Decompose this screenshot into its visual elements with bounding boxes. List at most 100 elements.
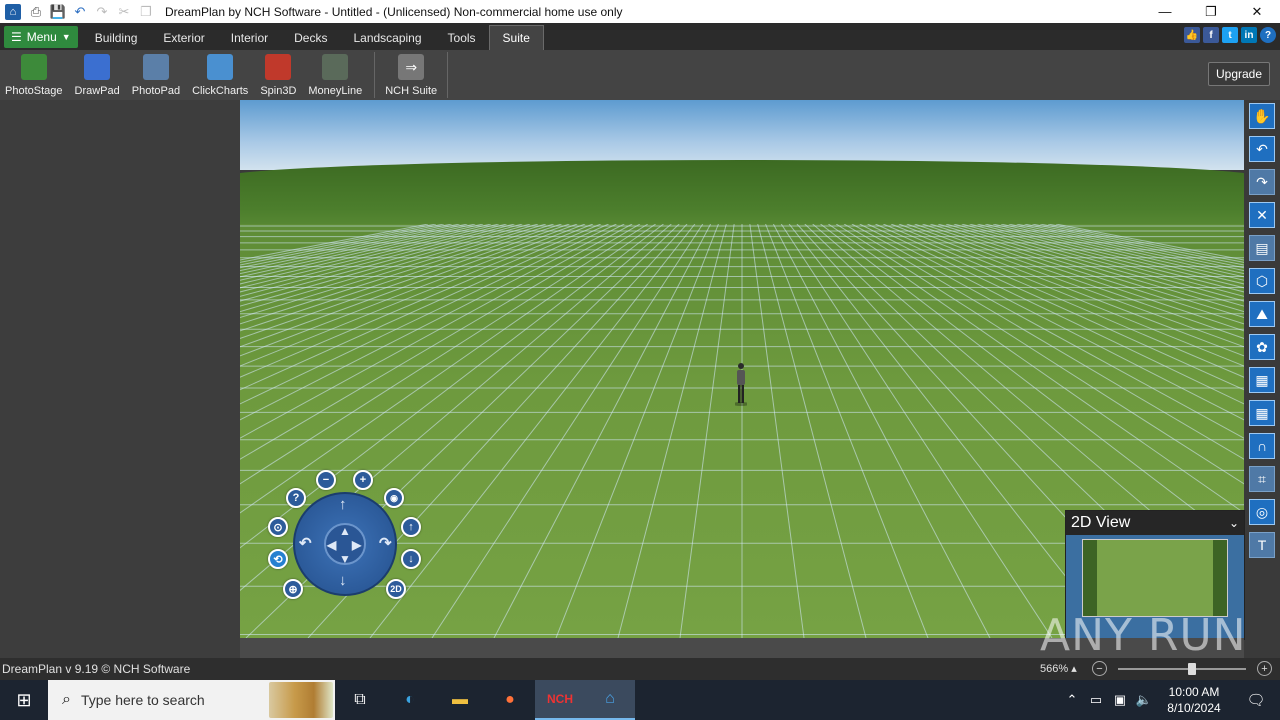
menu-label: Menu xyxy=(26,30,57,44)
photostage-icon xyxy=(20,54,47,80)
print-icon[interactable]: ⎙ xyxy=(25,0,47,23)
network-icon[interactable]: ▣ xyxy=(1108,692,1132,708)
notification-icon[interactable]: 🗨 xyxy=(1232,691,1280,709)
menu-button[interactable]: ☰ Menu ▼ xyxy=(4,26,78,48)
grid-button[interactable]: ▦ xyxy=(1249,400,1275,426)
move-back-arrow-icon[interactable]: ↓ xyxy=(339,572,347,589)
delete-button[interactable]: ✕ xyxy=(1249,202,1275,228)
save-icon[interactable]: 💾 xyxy=(47,0,69,23)
tab-suite[interactable]: Suite xyxy=(488,25,544,50)
minimize-button[interactable]: — xyxy=(1142,0,1188,23)
hand-button[interactable]: ✋ xyxy=(1249,103,1275,129)
start-button[interactable]: ⊞ xyxy=(0,680,48,720)
pan-down-icon[interactable]: ▼ xyxy=(339,552,351,566)
help-icon[interactable]: ? xyxy=(1260,27,1276,43)
ribbon-tabs: Building Exterior Interior Decks Landscaping… xyxy=(82,25,544,50)
nch-suite-button[interactable]: ⇒ NCH Suite xyxy=(381,50,441,100)
file-explorer-icon[interactable]: ▬ xyxy=(435,680,485,720)
maximize-button[interactable]: ❐ xyxy=(1188,0,1234,23)
edge-icon[interactable]: ◐ xyxy=(385,680,435,720)
device-icon[interactable]: ▭ xyxy=(1084,692,1108,708)
photostage-button[interactable]: PhotoStage xyxy=(0,50,69,100)
pan-left-icon[interactable]: ◀ xyxy=(327,538,336,552)
clickcharts-label: ClickCharts xyxy=(192,85,249,97)
help-button[interactable]: ? xyxy=(286,488,306,508)
volume-icon[interactable]: 🔈 xyxy=(1132,692,1156,708)
viewport-bottom-strip xyxy=(240,638,1244,658)
zoom-out-button[interactable]: − xyxy=(316,470,336,490)
close-button[interactable]: ✕ xyxy=(1234,0,1280,23)
orbit-button[interactable]: ⊙ xyxy=(268,517,288,537)
task-view-icon[interactable]: ⧉ xyxy=(335,680,385,720)
magnet-icon: ∩ xyxy=(1256,438,1268,454)
terrain-icon: ⛰ xyxy=(1256,305,1268,322)
lower-camera-button[interactable]: ↓ xyxy=(401,549,421,569)
center-view-button[interactable]: ⊕ xyxy=(283,579,303,599)
undo-icon[interactable]: ↶ xyxy=(69,0,91,23)
2d-view-button[interactable]: 2D xyxy=(386,579,406,599)
pan-right-icon[interactable]: ▶ xyxy=(352,538,361,552)
spin3d-button[interactable]: Spin3D xyxy=(254,50,302,100)
drawpad-button[interactable]: DrawPad xyxy=(69,50,126,100)
rotate-right-icon[interactable]: ↷ xyxy=(379,534,392,552)
raise-camera-button[interactable]: ↑ xyxy=(401,517,421,537)
camera-button[interactable]: ◉ xyxy=(384,488,404,508)
zoom-plus-button[interactable]: + xyxy=(1257,661,1272,676)
terrain-button[interactable]: ⛰ xyxy=(1249,301,1275,327)
walk-mode-button[interactable]: ⟲ xyxy=(268,549,288,569)
search-icon: ⌕ xyxy=(62,691,71,708)
text-button[interactable]: T xyxy=(1249,532,1275,558)
copy-icon[interactable]: ❐ xyxy=(135,0,157,23)
orbit-icon: ⊙ xyxy=(273,521,283,534)
rotate-left-icon[interactable]: ↶ xyxy=(299,534,312,552)
2d-view-header[interactable]: 2D View ⌄ xyxy=(1066,511,1244,535)
like-icon[interactable]: 👍 xyxy=(1184,27,1200,43)
zoom-percentage[interactable]: 566% ▴ xyxy=(1040,662,1077,675)
compass-button[interactable]: ◎ xyxy=(1249,499,1275,525)
tab-exterior[interactable]: Exterior xyxy=(150,25,217,50)
crop-icon: ⌗ xyxy=(1258,470,1266,487)
zoom-slider[interactable] xyxy=(1118,663,1246,675)
taskbar-search[interactable]: ⌕ Type here to search xyxy=(48,680,335,720)
person-figure[interactable] xyxy=(735,362,747,406)
spin3d-label: Spin3D xyxy=(260,85,297,97)
zoom-minus-button[interactable]: − xyxy=(1092,661,1107,676)
navigation-wheel[interactable]: ↑ ↓ ↶ ↷ ▲ ▼ ◀ ▶ xyxy=(293,492,397,596)
moneyline-button[interactable]: MoneyLine xyxy=(302,50,368,100)
zoom-in-button[interactable]: + xyxy=(353,470,373,490)
redo-icon[interactable]: ↷ xyxy=(91,0,113,23)
photopad-button[interactable]: PhotoPad xyxy=(126,50,186,100)
zoom-slider-thumb[interactable] xyxy=(1187,663,1196,675)
tab-tools[interactable]: Tools xyxy=(435,25,489,50)
clock[interactable]: 10:00 AM 8/10/2024 xyxy=(1156,684,1232,716)
clickcharts-button[interactable]: ClickCharts xyxy=(186,50,254,100)
twitter-icon[interactable]: t xyxy=(1222,27,1238,43)
chevron-down-icon[interactable]: ⌄ xyxy=(1229,516,1239,530)
firefox-icon[interactable]: ● xyxy=(485,680,535,720)
pan-up-icon[interactable]: ▲ xyxy=(339,524,351,538)
box-3d-button[interactable]: ⬡ xyxy=(1249,268,1275,294)
dreamplan-app-icon[interactable]: ⌂ xyxy=(5,3,21,20)
dreamplan-icon[interactable]: ⌂ xyxy=(585,680,635,720)
crop-button[interactable]: ⌗ xyxy=(1249,466,1275,492)
undo-button[interactable]: ↶ xyxy=(1249,136,1275,162)
navigation-control: ↑ ↓ ↶ ↷ ▲ ▼ ◀ ▶ − + ? ◉ ⊙ ↑ ⟲ ↓ ⊕ 2D xyxy=(266,470,431,605)
properties-button[interactable]: ▤ xyxy=(1249,235,1275,261)
redo-button[interactable]: ↷ xyxy=(1249,169,1275,195)
cut-icon[interactable]: ✂ xyxy=(113,0,135,23)
compass-icon: ◎ xyxy=(1255,503,1269,520)
nch-icon[interactable]: NCH xyxy=(535,680,585,720)
chevron-up-icon[interactable]: ⌃ xyxy=(1060,692,1084,708)
layers-button[interactable]: ▦ xyxy=(1249,367,1275,393)
2d-minimap[interactable] xyxy=(1082,539,1228,617)
tab-building[interactable]: Building xyxy=(82,25,151,50)
tab-interior[interactable]: Interior xyxy=(218,25,281,50)
materials-button[interactable]: ✿ xyxy=(1249,334,1275,360)
magnet-button[interactable]: ∩ xyxy=(1249,433,1275,459)
upgrade-button[interactable]: Upgrade xyxy=(1208,62,1270,86)
linkedin-icon[interactable]: in xyxy=(1241,27,1257,43)
tab-landscaping[interactable]: Landscaping xyxy=(340,25,434,50)
tab-decks[interactable]: Decks xyxy=(281,25,340,50)
facebook-icon[interactable]: f xyxy=(1203,27,1219,43)
move-forward-arrow-icon[interactable]: ↑ xyxy=(339,496,347,513)
